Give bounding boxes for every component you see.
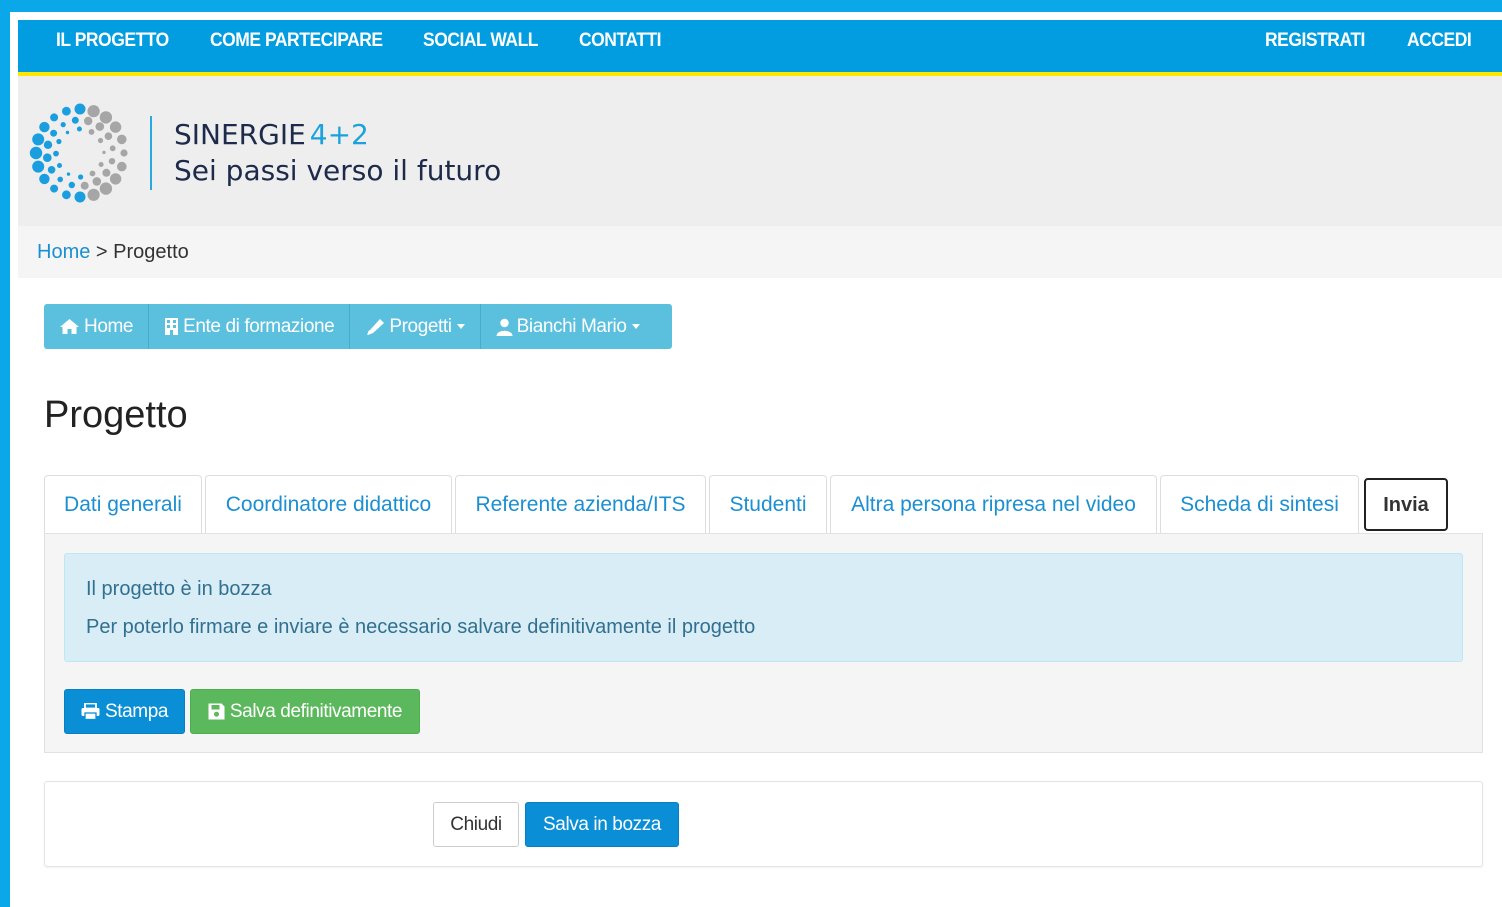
brand-version: 4+2 (309, 118, 369, 151)
tab-invia[interactable]: Invia (1364, 478, 1448, 531)
nav-registrati[interactable]: REGISTRATI (1265, 20, 1365, 62)
alert-line-2: Per poterlo firmare e inviare è necessar… (86, 616, 756, 638)
print-button-label: Stampa (104, 700, 169, 722)
dotted-circle-logo-icon (28, 102, 134, 204)
breadcrumb: Home > Progetto (37, 226, 189, 278)
tab-studenti[interactable]: Studenti (709, 475, 827, 533)
save-draft-button[interactable]: Salva in bozza (525, 802, 679, 847)
subnav-progetti-label: Progetti (389, 316, 452, 337)
brand-name: SINERGIE (174, 118, 306, 151)
header-band (18, 76, 1502, 226)
home-icon (59, 318, 80, 335)
print-icon (81, 703, 100, 720)
nav-social-wall[interactable]: SOCIAL WALL (423, 20, 539, 62)
outer-frame-gap (10, 12, 18, 907)
tab-scheda-sintesi[interactable]: Scheda di sintesi (1160, 475, 1359, 533)
breadcrumb-home-link[interactable]: Home (37, 241, 90, 263)
nav-come-partecipare[interactable]: COME PARTECIPARE (210, 20, 383, 62)
page-title: Progetto (44, 394, 188, 436)
subnav-user-label: Bianchi Mario (516, 316, 627, 337)
top-navigation: IL PROGETTO COME PARTECIPARE SOCIAL WALL… (18, 20, 1502, 76)
subnav-progetti-dropdown[interactable]: Progetti (350, 304, 481, 349)
print-button[interactable]: Stampa (64, 689, 185, 734)
brand-subtitle: Sei passi verso il futuro (174, 154, 502, 187)
brand-title: SINERGIE 4+2 (174, 118, 369, 151)
sub-navigation: Home Ente di formazione Progetti Bianchi… (44, 304, 672, 349)
alert-line-1: Il progetto è in bozza (86, 578, 272, 600)
building-icon (164, 317, 179, 336)
tab-dati-generali[interactable]: Dati generali (44, 475, 202, 533)
info-alert: Il progetto è in bozza Per poterlo firma… (64, 553, 1463, 662)
breadcrumb-band: Home > Progetto (18, 226, 1502, 278)
breadcrumb-current: Progetto (113, 241, 189, 263)
tab-coordinatore-didattico[interactable]: Coordinatore didattico (205, 475, 452, 533)
breadcrumb-separator: > (90, 241, 114, 263)
save-final-button[interactable]: Salva definitivamente (190, 689, 420, 734)
outer-frame-left (0, 0, 10, 907)
subnav-home[interactable]: Home (44, 304, 150, 349)
chevron-down-icon (631, 324, 640, 329)
subnav-ente-label: Ente di formazione (183, 316, 335, 337)
save-final-button-label: Salva definitivamente (229, 700, 403, 722)
nav-accedi[interactable]: ACCEDI (1407, 20, 1472, 62)
nav-contatti[interactable]: CONTATTI (579, 20, 662, 62)
tab-altra-persona[interactable]: Altra persona ripresa nel video (830, 475, 1157, 533)
floppy-disk-icon (208, 703, 225, 720)
outer-frame-top (0, 0, 1502, 12)
subnav-user-dropdown[interactable]: Bianchi Mario (481, 304, 655, 349)
subnav-ente-formazione[interactable]: Ente di formazione (149, 304, 351, 349)
subnav-home-label: Home (84, 316, 134, 337)
logo-divider (150, 116, 152, 190)
close-button[interactable]: Chiudi (433, 802, 519, 847)
tab-referente-azienda[interactable]: Referente azienda/ITS (455, 475, 706, 533)
user-icon (496, 318, 513, 336)
pencil-icon (365, 318, 385, 336)
nav-il-progetto[interactable]: IL PROGETTO (56, 20, 169, 62)
chevron-down-icon (456, 324, 465, 329)
footer-actions-panel (44, 781, 1483, 867)
